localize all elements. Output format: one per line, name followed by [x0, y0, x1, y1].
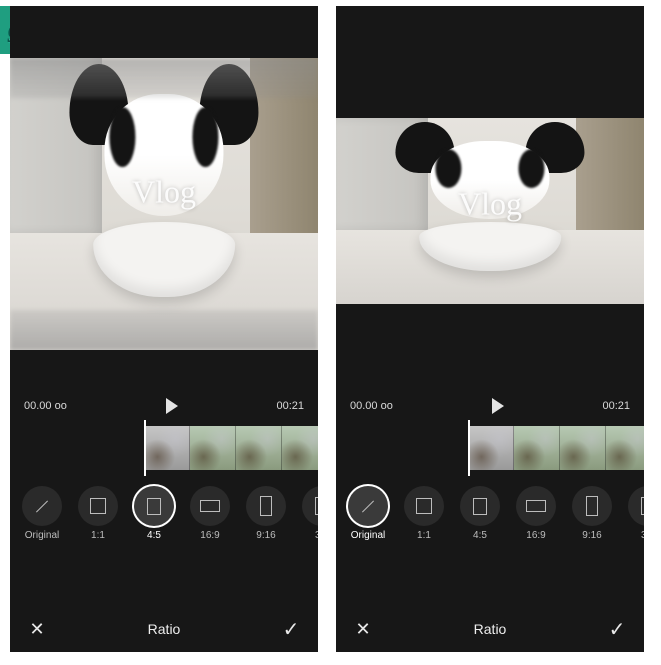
ratio-label: 4:5 — [473, 530, 487, 541]
bottom-toolbar: Ratio — [336, 608, 644, 652]
ratio-circle — [134, 486, 174, 526]
timeline-header: 00.00 oo 00:21 — [336, 392, 644, 416]
ratio-option-3_4[interactable]: 3:4 — [296, 486, 318, 541]
aspect-icon — [416, 498, 432, 514]
playhead[interactable] — [144, 420, 146, 476]
toolbar-title: Ratio — [148, 621, 181, 637]
ratio-option-original[interactable]: Original — [342, 486, 394, 541]
ratio-circle — [516, 486, 556, 526]
ratio-option-original[interactable]: Original — [16, 486, 68, 541]
overlay-title-text: Vlog — [458, 185, 522, 222]
ratio-option-16_9[interactable]: 16:9 — [510, 486, 562, 541]
aspect-icon — [641, 497, 644, 515]
time-current: 00.00 oo — [350, 400, 393, 412]
thumb[interactable] — [606, 426, 644, 470]
ratio-label: 16:9 — [526, 530, 545, 541]
overlay-title-text: Vlog — [132, 174, 196, 211]
video-preview-area[interactable]: Vlog — [336, 6, 644, 392]
ratio-circle — [190, 486, 230, 526]
thumb[interactable] — [236, 426, 282, 470]
time-total: 00:21 — [602, 400, 630, 412]
video-preview-area[interactable]: Vlog — [10, 6, 318, 392]
ratio-label: 4:5 — [147, 530, 161, 541]
phone-screen-left: Vlog 00.00 oo 00:21 Original 1:1 4:5 16:9 9:… — [10, 6, 318, 652]
thumb[interactable] — [468, 426, 514, 470]
aspect-icon — [315, 497, 318, 515]
ratio-option-1_1[interactable]: 1:1 — [398, 486, 450, 541]
ratio-options: Original 1:1 4:5 16:9 9:16 3:4 — [10, 484, 318, 543]
ratio-circle — [572, 486, 612, 526]
ratio-circle — [78, 486, 118, 526]
thumb[interactable] — [144, 426, 190, 470]
play-icon[interactable] — [492, 398, 504, 414]
ratio-circle — [246, 486, 286, 526]
ratio-option-16_9[interactable]: 16:9 — [184, 486, 236, 541]
ratio-option-4_5[interactable]: 4:5 — [454, 486, 506, 541]
ratio-circle — [460, 486, 500, 526]
ratio-label: 9:16 — [256, 530, 275, 541]
ratio-label: 9:16 — [582, 530, 601, 541]
phone-screen-right: Vlog 00.00 oo 00:21 Original 1:1 4:5 16:9 9:… — [336, 6, 644, 652]
time-current: 00.00 oo — [24, 400, 67, 412]
aspect-icon — [586, 496, 598, 516]
video-frame: Vlog — [10, 58, 318, 350]
timeline-track[interactable] — [336, 420, 644, 476]
aspect-icon — [90, 498, 106, 514]
aspect-icon — [260, 496, 272, 516]
ratio-label: 3:4 — [641, 530, 644, 541]
aspect-icon — [526, 500, 546, 512]
ratio-option-4_5[interactable]: 4:5 — [128, 486, 180, 541]
ratio-circle — [302, 486, 318, 526]
original-icon — [32, 496, 52, 516]
ratio-options: Original 1:1 4:5 16:9 9:16 3:4 — [336, 484, 644, 543]
cancel-button[interactable] — [352, 618, 374, 640]
toolbar-title: Ratio — [474, 621, 507, 637]
cancel-button[interactable] — [26, 618, 48, 640]
ratio-option-9_16[interactable]: 9:16 — [566, 486, 618, 541]
aspect-icon — [473, 498, 487, 515]
original-icon — [358, 496, 378, 516]
ratio-circle — [628, 486, 644, 526]
thumb[interactable] — [514, 426, 560, 470]
thumb[interactable] — [282, 426, 318, 470]
clip-thumbnails[interactable] — [144, 426, 318, 470]
ratio-label: 16:9 — [200, 530, 219, 541]
playhead[interactable] — [468, 420, 470, 476]
ratio-label: 3:4 — [315, 530, 318, 541]
confirm-button[interactable] — [280, 618, 302, 640]
ratio-option-9_16[interactable]: 9:16 — [240, 486, 292, 541]
bottom-toolbar: Ratio — [10, 608, 318, 652]
ratio-circle — [22, 486, 62, 526]
timeline-header: 00.00 oo 00:21 — [10, 392, 318, 416]
aspect-icon — [200, 500, 220, 512]
aspect-icon — [147, 498, 161, 515]
ratio-circle — [404, 486, 444, 526]
ratio-label: 1:1 — [417, 530, 431, 541]
screenshot-pair: Vlog 00.00 oo 00:21 Original 1:1 4:5 16:9 9:… — [0, 0, 661, 662]
thumb[interactable] — [190, 426, 236, 470]
ratio-label: Original — [351, 530, 385, 541]
ratio-label: Original — [25, 530, 59, 541]
video-frame: Vlog — [336, 118, 644, 304]
ratio-option-1_1[interactable]: 1:1 — [72, 486, 124, 541]
ratio-circle — [348, 486, 388, 526]
ratio-option-3_4[interactable]: 3:4 — [622, 486, 644, 541]
letterbox-top — [10, 58, 318, 98]
ratio-label: 1:1 — [91, 530, 105, 541]
confirm-button[interactable] — [606, 618, 628, 640]
thumb[interactable] — [560, 426, 606, 470]
play-icon[interactable] — [166, 398, 178, 414]
timeline-track[interactable] — [10, 420, 318, 476]
clip-thumbnails[interactable] — [468, 426, 644, 470]
letterbox-bottom — [10, 310, 318, 350]
time-total: 00:21 — [276, 400, 304, 412]
